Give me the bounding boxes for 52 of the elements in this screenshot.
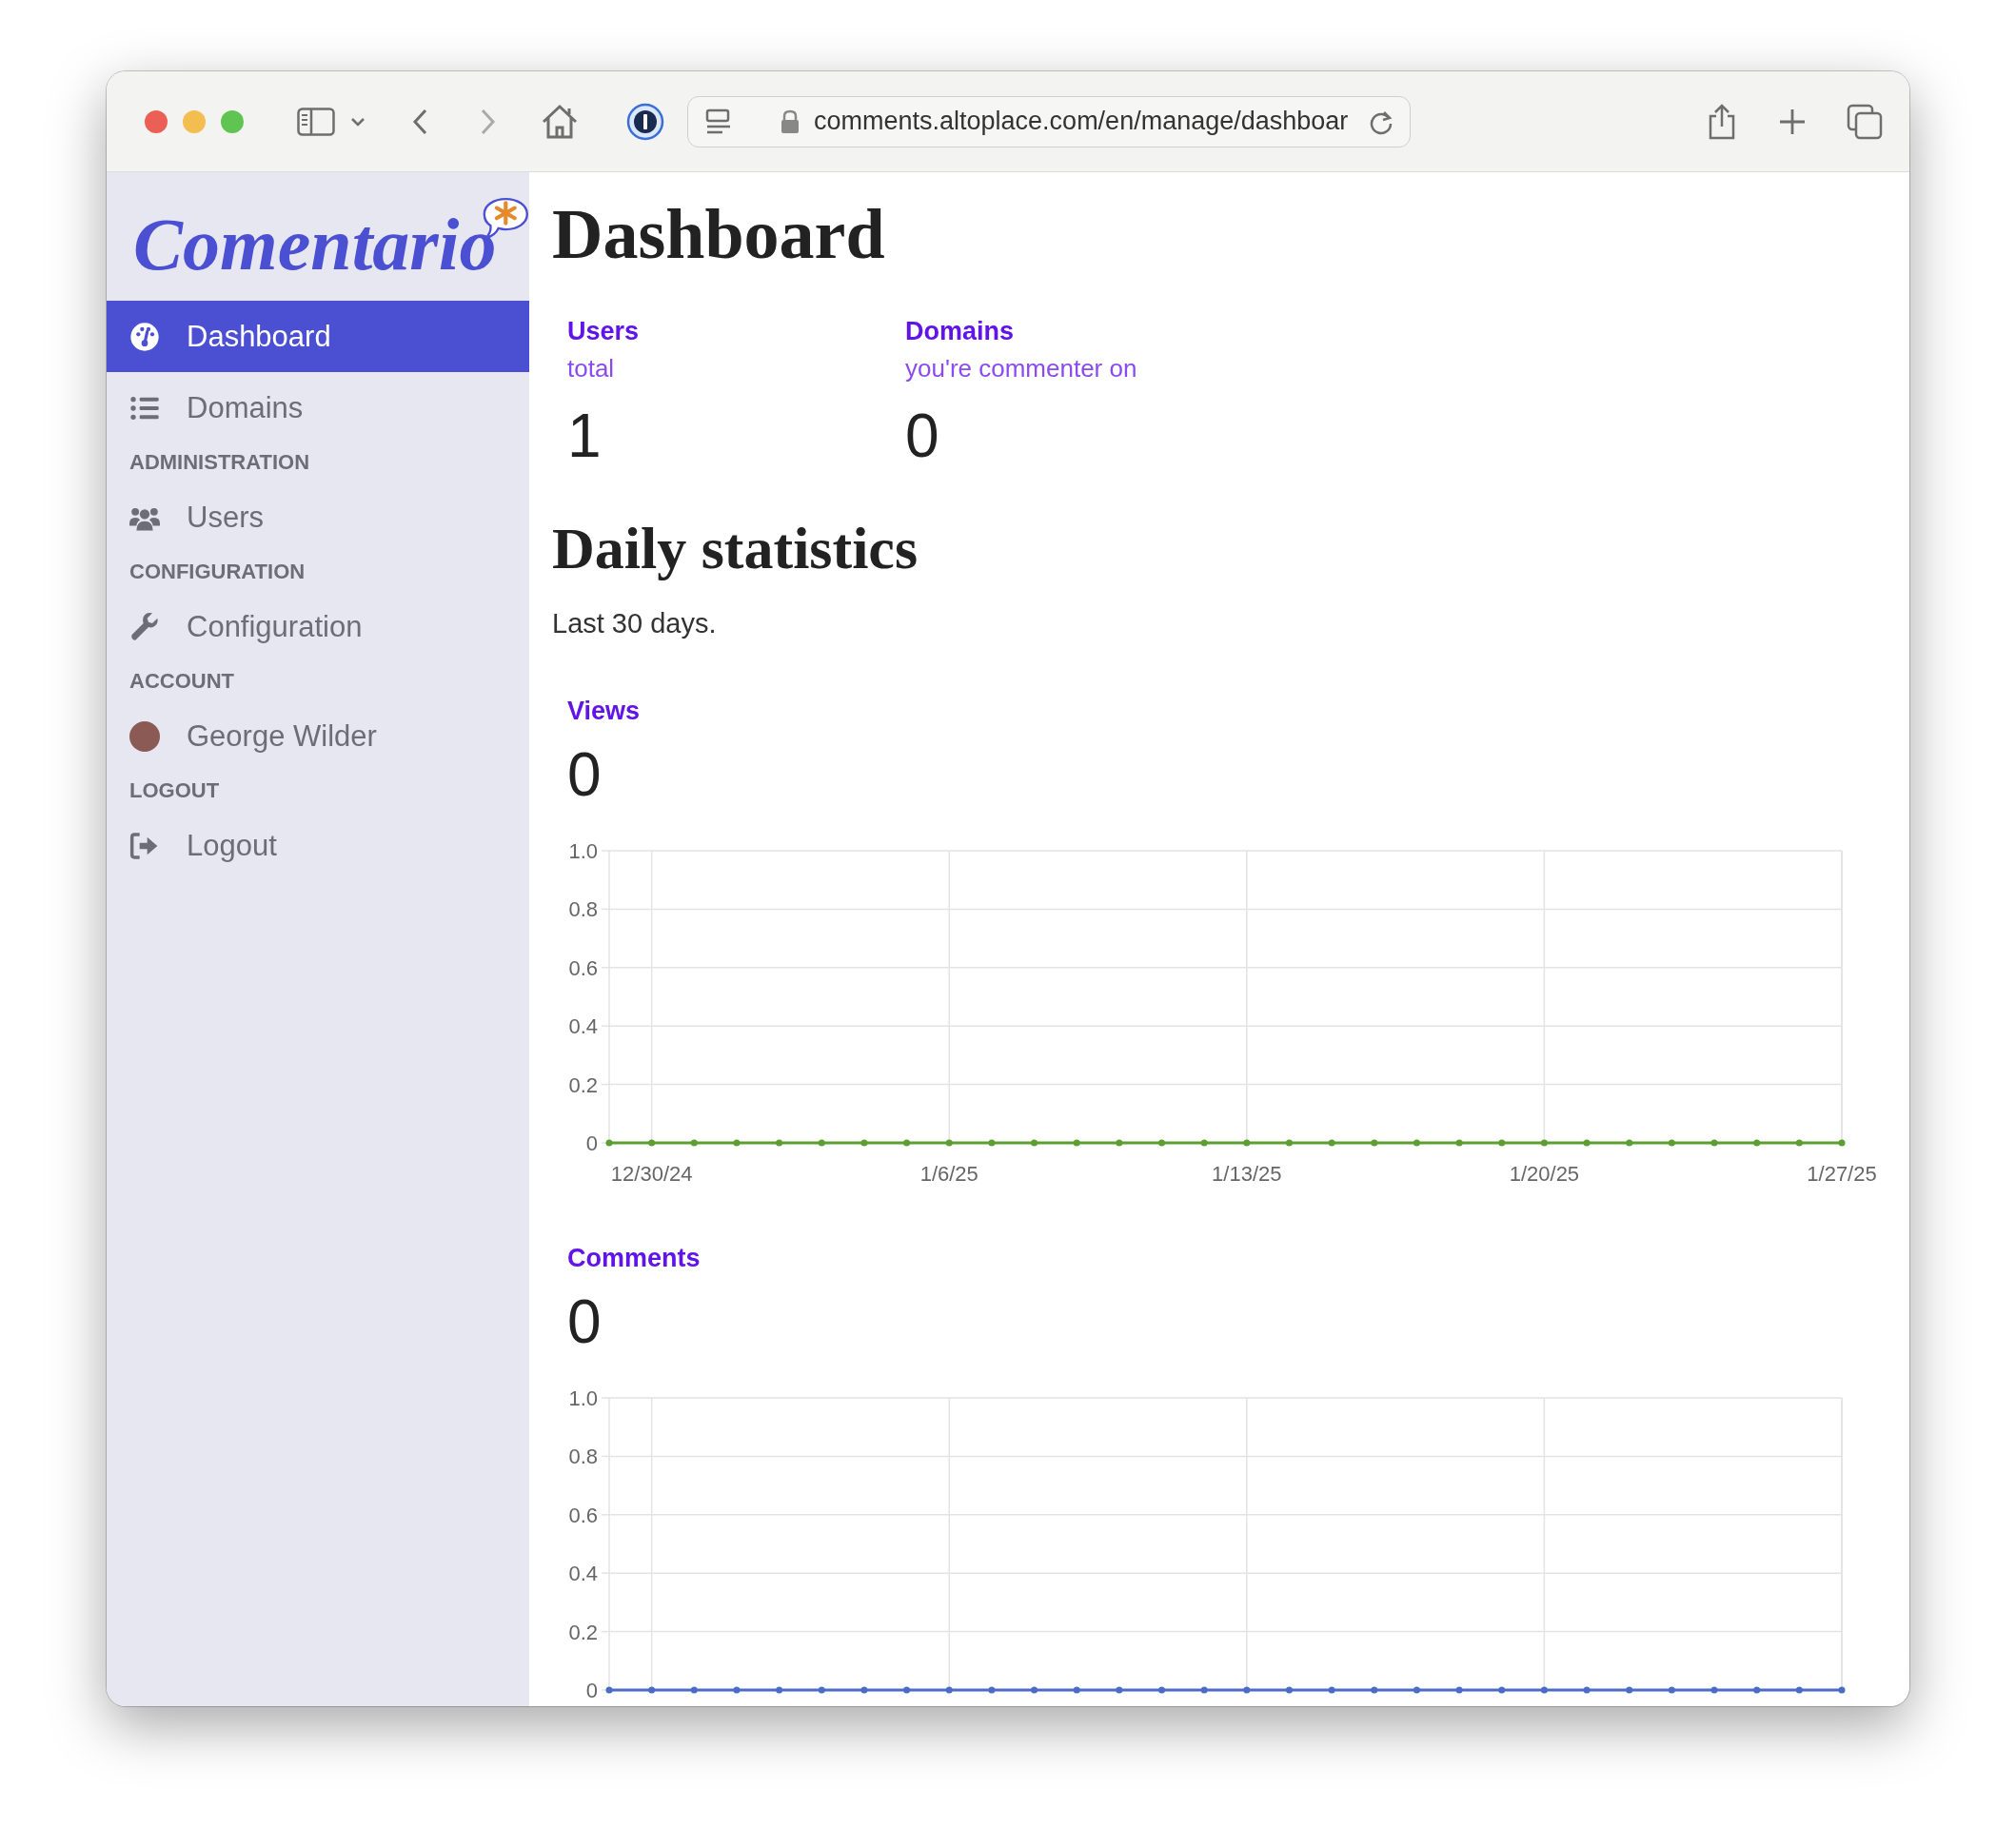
y-tick-label: 0.4 xyxy=(568,1014,598,1039)
gauge-icon xyxy=(129,321,160,352)
chart-total: 0 xyxy=(566,739,603,810)
stat-value: 0 xyxy=(905,401,940,471)
stat-label: Users xyxy=(567,317,641,346)
x-tick-label: 1/6/25 xyxy=(919,1162,978,1186)
sidebar-item[interactable]: Configuration xyxy=(107,591,529,662)
avatar-placeholder xyxy=(129,720,160,752)
address-bar[interactable]: comments.altoplace.com/en/manage/dashboar xyxy=(687,95,1411,147)
password-manager-icon[interactable] xyxy=(626,102,664,141)
y-tick-label: 0.4 xyxy=(568,1562,598,1586)
x-tick-label: 1/13/25 xyxy=(1212,1162,1282,1186)
y-tick-label: 0.2 xyxy=(568,1072,598,1097)
y-tick-label: 1.0 xyxy=(568,1386,598,1410)
x-tick-label: 1/20/25 xyxy=(1509,1162,1580,1186)
y-tick-label: 0.8 xyxy=(568,1445,598,1469)
sidebar-item[interactable]: Users xyxy=(107,482,529,553)
sidebar-item[interactable]: Logout xyxy=(107,810,529,881)
stat-label: Domains xyxy=(905,317,1016,346)
lock-icon xyxy=(780,108,800,134)
home-icon[interactable] xyxy=(541,102,579,141)
y-tick-label: 1.0 xyxy=(568,839,598,863)
page-title: Dashboard xyxy=(552,199,886,269)
x-tick-label: 12/30/24 xyxy=(610,1162,693,1186)
x-tick-label: 1/27/25 xyxy=(1807,1162,1877,1186)
chart-total: 0 xyxy=(566,1287,603,1357)
sidebar-section-heading: CONFIGURATION xyxy=(128,559,306,585)
logout-icon xyxy=(129,830,160,861)
stat-value: 1 xyxy=(567,401,603,471)
sidebar-item[interactable]: Dashboard xyxy=(107,301,529,372)
section-note: Last 30 days. xyxy=(552,608,718,639)
sidebar-section-heading: ADMINISTRATION xyxy=(128,449,311,476)
chart-title: Comments xyxy=(566,1244,702,1273)
sidebar-section-heading: LOGOUT xyxy=(128,777,221,804)
sidebar-section-heading: ACCOUNT xyxy=(128,668,235,695)
close-button[interactable] xyxy=(145,109,168,133)
y-tick-label: 0 xyxy=(585,1679,598,1702)
sidebar-item[interactable]: Domains xyxy=(107,372,529,443)
tabs-overview-icon[interactable] xyxy=(1847,103,1883,140)
sidebar-icon[interactable] xyxy=(297,105,335,138)
stat-sublabel: total xyxy=(567,354,616,383)
chart-title: Views xyxy=(566,697,642,726)
wrench-icon xyxy=(129,611,160,642)
logo-text[interactable]: Comentario xyxy=(133,207,497,301)
y-tick-label: 0 xyxy=(585,1131,598,1155)
y-tick-label: 0.2 xyxy=(568,1620,598,1644)
stat-sublabel: you're commenter on xyxy=(905,354,1138,383)
y-tick-label: 0.8 xyxy=(568,897,598,922)
sidebar-item[interactable]: George Wilder xyxy=(107,700,529,772)
y-tick-label: 0.6 xyxy=(568,955,598,980)
y-tick-label: 0.6 xyxy=(568,1503,598,1527)
url-text: comments.altoplace.com/en/manage/dashboar xyxy=(814,107,1350,136)
